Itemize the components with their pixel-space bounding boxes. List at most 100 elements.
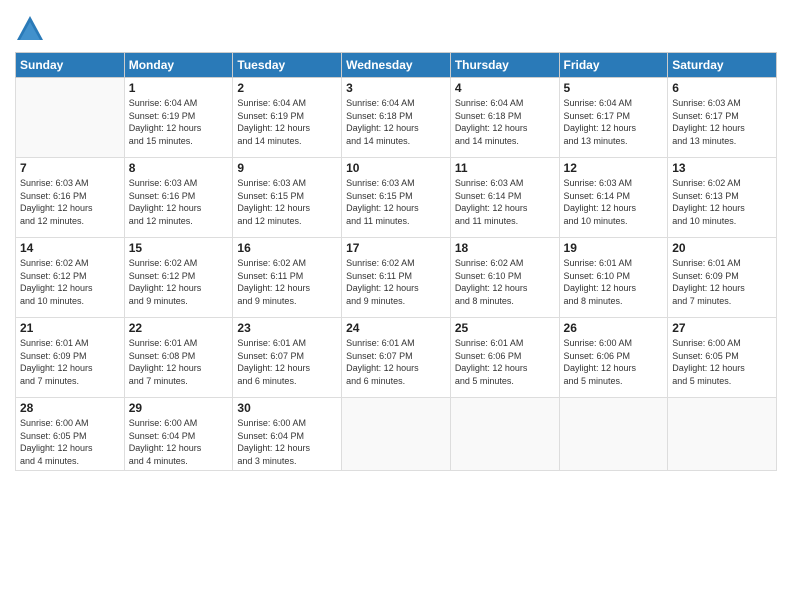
day-info: Sunrise: 6:00 AM Sunset: 6:05 PM Dayligh… xyxy=(672,337,772,387)
day-info: Sunrise: 6:01 AM Sunset: 6:07 PM Dayligh… xyxy=(237,337,337,387)
day-number: 16 xyxy=(237,241,337,255)
day-info: Sunrise: 6:02 AM Sunset: 6:12 PM Dayligh… xyxy=(20,257,120,307)
calendar-cell: 11Sunrise: 6:03 AM Sunset: 6:14 PM Dayli… xyxy=(450,158,559,238)
calendar-cell: 6 Sunrise: 6:03 AM Sunset: 6:17 PM Daylig… xyxy=(668,78,777,158)
day-number: 25 xyxy=(455,321,555,335)
calendar-week-row: 14 Sunrise: 6:02 AM Sunset: 6:12 PM Dayli… xyxy=(16,238,777,318)
calendar-cell: 2 Sunrise: 6:04 AM Sunset: 6:19 PM Daylig… xyxy=(233,78,342,158)
calendar-cell: 9 Sunrise: 6:03 AM Sunset: 6:15 PM Daylig… xyxy=(233,158,342,238)
day-info: Sunrise: 6:02 AM Sunset: 6:11 PM Dayligh… xyxy=(237,257,337,307)
calendar-cell xyxy=(16,78,125,158)
day-number: 23 xyxy=(237,321,337,335)
day-info: Sunrise: 6:02 AM Sunset: 6:13 PM Dayligh… xyxy=(672,177,772,227)
calendar-cell: 13 Sunrise: 6:02 AM Sunset: 6:13 PM Dayli… xyxy=(668,158,777,238)
calendar-cell: 24 Sunrise: 6:01 AM Sunset: 6:07 PM Dayli… xyxy=(342,318,451,398)
day-info: Sunrise: 6:01 AM Sunset: 6:09 PM Dayligh… xyxy=(672,257,772,307)
day-number: 12 xyxy=(564,161,664,175)
calendar-cell: 16 Sunrise: 6:02 AM Sunset: 6:11 PM Dayli… xyxy=(233,238,342,318)
day-info: Sunrise: 6:03 AM Sunset: 6:15 PM Dayligh… xyxy=(346,177,446,227)
day-info: Sunrise: 6:04 AM Sunset: 6:17 PM Dayligh… xyxy=(564,97,664,147)
day-info: Sunrise: 6:04 AM Sunset: 6:19 PM Dayligh… xyxy=(237,97,337,147)
day-info: Sunrise: 6:01 AM Sunset: 6:10 PM Dayligh… xyxy=(564,257,664,307)
day-info: Sunrise: 6:03 AM Sunset: 6:15 PM Dayligh… xyxy=(237,177,337,227)
calendar-cell: 28Sunrise: 6:00 AM Sunset: 6:05 PM Dayli… xyxy=(16,398,125,471)
day-number: 15 xyxy=(129,241,229,255)
day-of-week-header: Thursday xyxy=(450,53,559,78)
day-of-week-header: Tuesday xyxy=(233,53,342,78)
day-number: 17 xyxy=(346,241,446,255)
day-info: Sunrise: 6:01 AM Sunset: 6:09 PM Dayligh… xyxy=(20,337,120,387)
day-number: 10 xyxy=(346,161,446,175)
calendar-cell: 3 Sunrise: 6:04 AM Sunset: 6:18 PM Daylig… xyxy=(342,78,451,158)
day-info: Sunrise: 6:03 AM Sunset: 6:17 PM Dayligh… xyxy=(672,97,772,147)
day-number: 8 xyxy=(129,161,229,175)
day-number: 22 xyxy=(129,321,229,335)
day-number: 7 xyxy=(20,161,120,175)
header xyxy=(15,10,777,44)
calendar-cell: 17Sunrise: 6:02 AM Sunset: 6:11 PM Dayli… xyxy=(342,238,451,318)
calendar-cell: 22 Sunrise: 6:01 AM Sunset: 6:08 PM Dayli… xyxy=(124,318,233,398)
calendar-cell: 29 Sunrise: 6:00 AM Sunset: 6:04 PM Dayli… xyxy=(124,398,233,471)
day-info: Sunrise: 6:04 AM Sunset: 6:18 PM Dayligh… xyxy=(346,97,446,147)
calendar-cell: 5 Sunrise: 6:04 AM Sunset: 6:17 PM Daylig… xyxy=(559,78,668,158)
day-number: 24 xyxy=(346,321,446,335)
day-info: Sunrise: 6:00 AM Sunset: 6:06 PM Dayligh… xyxy=(564,337,664,387)
day-number: 3 xyxy=(346,81,446,95)
calendar-header-row: SundayMondayTuesdayWednesdayThursdayFrid… xyxy=(16,53,777,78)
calendar-cell: 25 Sunrise: 6:01 AM Sunset: 6:06 PM Dayli… xyxy=(450,318,559,398)
day-info: Sunrise: 6:04 AM Sunset: 6:19 PM Dayligh… xyxy=(129,97,229,147)
calendar-cell: 23 Sunrise: 6:01 AM Sunset: 6:07 PM Dayli… xyxy=(233,318,342,398)
day-number: 28 xyxy=(20,401,120,415)
calendar-cell xyxy=(559,398,668,471)
calendar-cell: 14 Sunrise: 6:02 AM Sunset: 6:12 PM Dayli… xyxy=(16,238,125,318)
day-info: Sunrise: 6:01 AM Sunset: 6:06 PM Dayligh… xyxy=(455,337,555,387)
day-info: Sunrise: 6:00 AM Sunset: 6:04 PM Dayligh… xyxy=(129,417,229,467)
calendar-cell xyxy=(668,398,777,471)
calendar-week-row: 28Sunrise: 6:00 AM Sunset: 6:05 PM Dayli… xyxy=(16,398,777,471)
logo xyxy=(15,14,47,44)
calendar-cell: 20 Sunrise: 6:01 AM Sunset: 6:09 PM Dayli… xyxy=(668,238,777,318)
day-number: 4 xyxy=(455,81,555,95)
calendar-cell: 12 Sunrise: 6:03 AM Sunset: 6:14 PM Dayli… xyxy=(559,158,668,238)
calendar-cell: 4 Sunrise: 6:04 AM Sunset: 6:18 PM Daylig… xyxy=(450,78,559,158)
day-number: 14 xyxy=(20,241,120,255)
day-info: Sunrise: 6:02 AM Sunset: 6:10 PM Dayligh… xyxy=(455,257,555,307)
day-of-week-header: Sunday xyxy=(16,53,125,78)
day-of-week-header: Friday xyxy=(559,53,668,78)
day-number: 13 xyxy=(672,161,772,175)
day-number: 5 xyxy=(564,81,664,95)
day-number: 19 xyxy=(564,241,664,255)
day-info: Sunrise: 6:01 AM Sunset: 6:08 PM Dayligh… xyxy=(129,337,229,387)
logo-icon xyxy=(15,14,45,44)
day-info: Sunrise: 6:03 AM Sunset: 6:14 PM Dayligh… xyxy=(455,177,555,227)
calendar-cell: 15 Sunrise: 6:02 AM Sunset: 6:12 PM Dayli… xyxy=(124,238,233,318)
day-info: Sunrise: 6:04 AM Sunset: 6:18 PM Dayligh… xyxy=(455,97,555,147)
day-number: 9 xyxy=(237,161,337,175)
day-number: 30 xyxy=(237,401,337,415)
day-number: 2 xyxy=(237,81,337,95)
day-of-week-header: Saturday xyxy=(668,53,777,78)
day-info: Sunrise: 6:01 AM Sunset: 6:07 PM Dayligh… xyxy=(346,337,446,387)
calendar-body: 1 Sunrise: 6:04 AM Sunset: 6:19 PM Daylig… xyxy=(16,78,777,471)
day-of-week-header: Wednesday xyxy=(342,53,451,78)
day-number: 6 xyxy=(672,81,772,95)
day-number: 20 xyxy=(672,241,772,255)
calendar-cell: 21Sunrise: 6:01 AM Sunset: 6:09 PM Dayli… xyxy=(16,318,125,398)
calendar-cell: 19 Sunrise: 6:01 AM Sunset: 6:10 PM Dayli… xyxy=(559,238,668,318)
calendar-cell: 18Sunrise: 6:02 AM Sunset: 6:10 PM Dayli… xyxy=(450,238,559,318)
calendar-cell: 27 Sunrise: 6:00 AM Sunset: 6:05 PM Dayli… xyxy=(668,318,777,398)
day-number: 1 xyxy=(129,81,229,95)
day-number: 29 xyxy=(129,401,229,415)
day-info: Sunrise: 6:03 AM Sunset: 6:14 PM Dayligh… xyxy=(564,177,664,227)
calendar-cell: 26Sunrise: 6:00 AM Sunset: 6:06 PM Dayli… xyxy=(559,318,668,398)
calendar-cell xyxy=(450,398,559,471)
page: SundayMondayTuesdayWednesdayThursdayFrid… xyxy=(0,0,792,612)
calendar-week-row: 7 Sunrise: 6:03 AM Sunset: 6:16 PM Daylig… xyxy=(16,158,777,238)
day-number: 27 xyxy=(672,321,772,335)
day-of-week-header: Monday xyxy=(124,53,233,78)
calendar-cell: 8 Sunrise: 6:03 AM Sunset: 6:16 PM Daylig… xyxy=(124,158,233,238)
day-info: Sunrise: 6:02 AM Sunset: 6:12 PM Dayligh… xyxy=(129,257,229,307)
day-info: Sunrise: 6:03 AM Sunset: 6:16 PM Dayligh… xyxy=(20,177,120,227)
day-info: Sunrise: 6:03 AM Sunset: 6:16 PM Dayligh… xyxy=(129,177,229,227)
calendar-cell: 10 Sunrise: 6:03 AM Sunset: 6:15 PM Dayli… xyxy=(342,158,451,238)
